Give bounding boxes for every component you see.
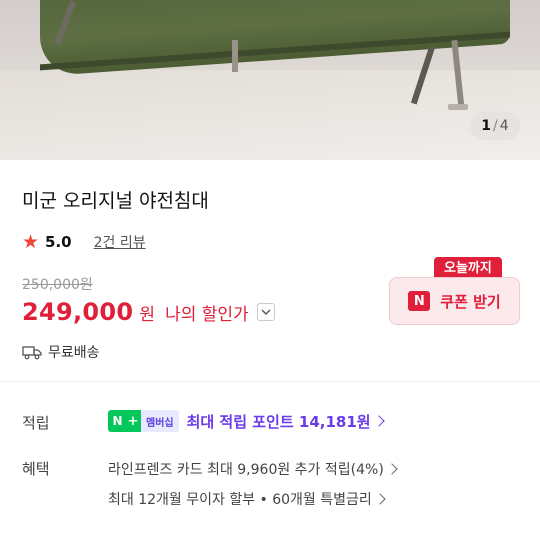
chevron-right-icon — [386, 463, 398, 475]
benefit-installment-link[interactable]: 최대 12개월 무이자 할부 • 60개월 특별금리 — [108, 489, 386, 509]
rating-row: ★ 5.0 2건 리뷰 — [22, 232, 146, 252]
coupon-button-label: 쿠폰 받기 — [440, 292, 501, 311]
rating-score: 5.0 — [45, 233, 72, 251]
cot-foot — [448, 104, 468, 110]
chevron-down-icon — [261, 309, 271, 315]
price-currency: 원 — [139, 304, 156, 325]
chevron-right-icon — [374, 493, 386, 505]
benefit-card-link[interactable]: 라인프렌즈 카드 최대 9,960원 추가 적립(4%) — [108, 459, 398, 479]
benefit-card-text: 라인프렌즈 카드 최대 9,960원 추가 적립(4%) — [108, 462, 384, 478]
benefits-row-label: 혜택 — [22, 460, 50, 478]
chevron-right-icon — [372, 415, 385, 427]
discount-dropdown-button[interactable] — [256, 303, 275, 321]
image-counter-current: 1 — [481, 118, 492, 134]
star-icon: ★ — [22, 231, 40, 253]
points-row-label: 적립 — [22, 414, 50, 432]
my-discount-label: 나의 할인가 — [165, 304, 249, 325]
original-price: 250,000원 — [22, 277, 93, 293]
section-divider — [0, 381, 540, 382]
sale-price: 249,000 — [22, 298, 134, 326]
image-counter-separator: / — [493, 118, 498, 134]
shipping-row: 무료배송 — [22, 342, 100, 362]
benefit-installment-text: 최대 12개월 무이자 할부 • 60개월 특별금리 — [108, 492, 372, 508]
naver-n-label: N — [108, 410, 127, 432]
shipping-label: 무료배송 — [48, 345, 100, 361]
naver-plus-membership-badge: N + 멤버십 — [108, 410, 179, 432]
image-counter-total: 4 — [499, 118, 509, 134]
product-image[interactable]: 1/4 — [0, 0, 540, 160]
membership-label: 멤버십 — [141, 410, 179, 432]
naver-n-badge: N — [408, 291, 431, 311]
cot-leg — [232, 40, 238, 72]
points-link[interactable]: N + 멤버십 최대 적립 포인트 14,181원 — [108, 410, 385, 432]
review-link[interactable]: 2건 리뷰 — [94, 232, 146, 252]
image-counter: 1/4 — [470, 112, 520, 140]
max-points-text: 최대 적립 포인트 14,181원 — [186, 412, 371, 431]
truck-icon — [22, 346, 42, 360]
price-row: 249,000 원 나의 할인가 — [22, 298, 275, 326]
product-title: 미군 오리지널 야전침대 — [22, 190, 209, 212]
coupon-button[interactable]: N 쿠폰 받기 — [389, 277, 520, 325]
plus-label: + — [127, 410, 141, 432]
